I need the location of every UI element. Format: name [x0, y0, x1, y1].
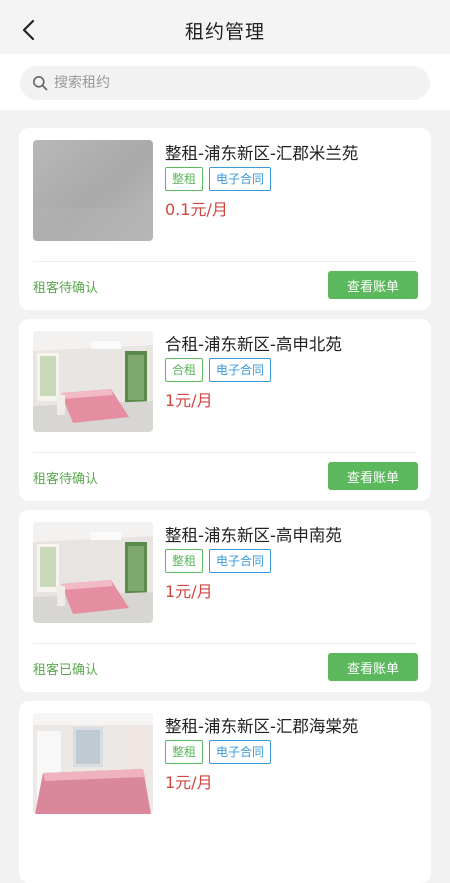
lease-card[interactable]: 合租-浦东新区-高申北苑 合租 电子合同 1元/月 租客待确认 查看账单	[19, 319, 431, 501]
search-input[interactable]	[54, 75, 394, 91]
lease-price: 0.1元/月	[165, 200, 228, 219]
e-contract-tag: 电子合同	[209, 167, 272, 191]
lease-price: 1元/月	[165, 582, 213, 601]
view-bill-button[interactable]: 查看账单	[328, 271, 418, 299]
search-icon	[32, 75, 48, 91]
card-divider	[33, 452, 417, 453]
back-button[interactable]	[12, 14, 44, 46]
lease-card[interactable]: 整租-浦东新区-汇郡海棠苑 整租 电子合同 1元/月	[19, 701, 431, 883]
lease-status: 租客待确认	[33, 281, 99, 296]
property-photo	[33, 713, 153, 814]
rent-type-tag: 整租	[165, 740, 204, 764]
search-bar[interactable]	[20, 66, 430, 100]
lease-title: 整租-浦东新区-汇郡海棠苑	[165, 717, 359, 736]
card-divider	[33, 261, 417, 262]
property-photo	[33, 331, 153, 432]
page-title: 租约管理	[184, 20, 265, 43]
card-divider	[33, 643, 417, 644]
property-photo	[33, 140, 153, 241]
lease-status: 租客待确认	[33, 472, 99, 487]
e-contract-tag: 电子合同	[209, 358, 272, 382]
search-section	[0, 54, 450, 110]
lease-title: 整租-浦东新区-汇郡米兰苑	[165, 144, 359, 163]
rent-type-tag: 整租	[165, 167, 204, 191]
property-photo	[33, 522, 153, 623]
lease-status: 租客已确认	[33, 663, 99, 678]
lease-price: 1元/月	[165, 391, 213, 410]
lease-card[interactable]: 整租-浦东新区-汇郡米兰苑 整租 电子合同 0.1元/月 租客待确认 查看账单	[19, 128, 431, 310]
lease-card[interactable]: 整租-浦东新区-高申南苑 整租 电子合同 1元/月 租客已确认 查看账单	[19, 510, 431, 692]
lease-price: 1元/月	[165, 773, 213, 792]
e-contract-tag: 电子合同	[209, 549, 272, 573]
top-nav-bar: 租约管理	[0, 6, 450, 54]
e-contract-tag: 电子合同	[209, 740, 272, 764]
chevron-left-icon	[22, 19, 35, 41]
rent-type-tag: 合租	[165, 358, 204, 382]
lease-title: 合租-浦东新区-高申北苑	[165, 335, 342, 354]
view-bill-button[interactable]: 查看账单	[328, 653, 418, 681]
rent-type-tag: 整租	[165, 549, 204, 573]
lease-title: 整租-浦东新区-高申南苑	[165, 526, 342, 545]
view-bill-button[interactable]: 查看账单	[328, 462, 418, 490]
